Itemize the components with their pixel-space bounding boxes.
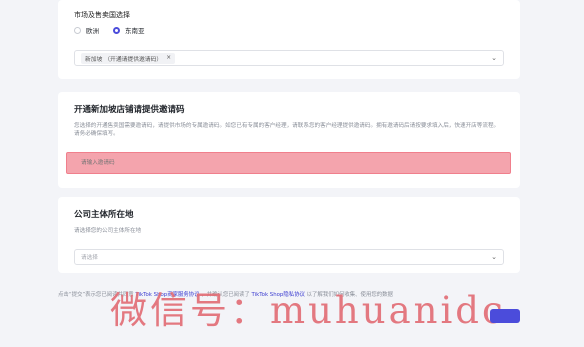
country-tag-label: 新加坡 （开通请提供邀请码） <box>85 56 163 63</box>
radio-southeast-asia[interactable]: 东南亚 <box>113 25 145 35</box>
chevron-down-icon[interactable]: ⌄ <box>491 54 497 62</box>
company-location-select[interactable]: 请选择 ⌄ <box>74 249 504 265</box>
chevron-down-icon[interactable]: ⌄ <box>491 253 497 261</box>
country-tag: 新加坡 （开通请提供邀请码） × <box>81 52 176 64</box>
radio-europe-label: 欧洲 <box>86 27 99 35</box>
company-location-placeholder: 请选择 <box>81 255 98 261</box>
company-card: 公司主体所在地 请选择您的公司主体所在地 请选择 ⌄ <box>58 197 520 273</box>
radio-southeast-asia-dot[interactable] <box>113 26 120 34</box>
invite-title: 开通新加坡店铺请提供邀请码 <box>74 105 185 115</box>
tag-close-icon[interactable]: × <box>166 55 171 61</box>
company-title: 公司主体所在地 <box>74 210 134 220</box>
country-select[interactable]: 新加坡 （开通请提供邀请码） × ⌄ <box>74 50 504 66</box>
company-subtitle: 请选择您的公司主体所在地 <box>74 228 142 234</box>
market-radio-group: 欧洲 东南亚 <box>74 25 145 35</box>
invite-description: 您选择的开通售卖国需要邀请码，请提供市场的专属邀请码。如您已有专属的客户经理，请… <box>74 123 500 137</box>
radio-europe[interactable]: 欧洲 <box>74 25 99 35</box>
invite-code-input[interactable] <box>79 159 283 167</box>
radio-southeast-asia-label: 东南亚 <box>125 27 145 35</box>
market-card: 市场及售卖国选择 欧洲 东南亚 新加坡 （开通请提供邀请码） × ⌄ <box>58 0 520 79</box>
invite-card: 开通新加坡店铺请提供邀请码 您选择的开通售卖国需要邀请码，请提供市场的专属邀请码… <box>58 92 520 188</box>
submit-button[interactable] <box>490 309 520 323</box>
radio-europe-dot[interactable] <box>74 26 81 34</box>
invite-code-field[interactable] <box>66 152 511 174</box>
market-label: 市场及售卖国选择 <box>74 11 130 19</box>
watermark-text: 微信号：muhuanidc <box>110 289 506 332</box>
